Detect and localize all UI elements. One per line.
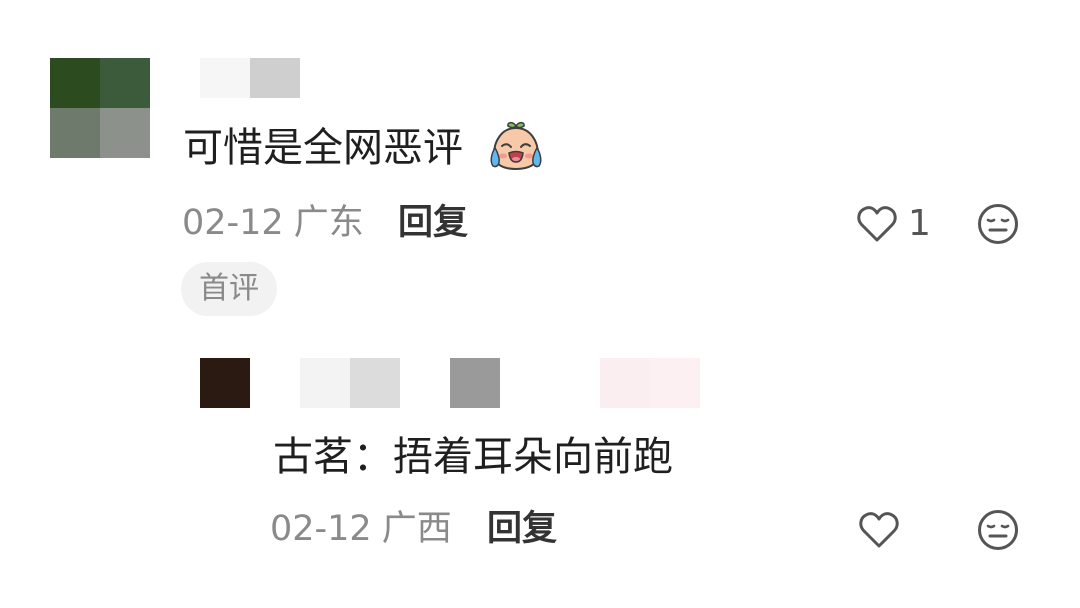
crying-face-emoji (490, 121, 542, 171)
reply-text: 古茗：捂着耳朵向前跑 (273, 434, 673, 480)
comment-text: 可惜是全网恶评 (183, 128, 463, 168)
comment-location: 广东 (293, 203, 364, 243)
reply-date: 02-12 (270, 509, 372, 549)
dislike-face-icon[interactable] (977, 203, 1019, 245)
username[interactable] (200, 58, 300, 98)
reply-location: 广西 (381, 509, 452, 549)
avatar[interactable] (50, 58, 150, 158)
comment-date: 02-12 (182, 203, 284, 243)
comment-text-content: 可惜是全网恶评 (183, 125, 463, 171)
dislike-face-icon[interactable] (977, 509, 1019, 551)
first-comment-badge: 首评 (181, 262, 277, 316)
like-count: 1 (908, 203, 931, 244)
comment-meta: 02-12 广东 (182, 206, 364, 241)
reply-button[interactable]: 回复 (398, 206, 468, 241)
heart-icon[interactable] (858, 510, 900, 550)
reply-meta: 02-12 广西 (270, 512, 452, 547)
reply-avatar[interactable] (200, 358, 250, 408)
reply-username[interactable] (300, 358, 700, 408)
heart-icon[interactable] (856, 204, 898, 244)
reply-reply-button[interactable]: 回复 (487, 512, 557, 547)
